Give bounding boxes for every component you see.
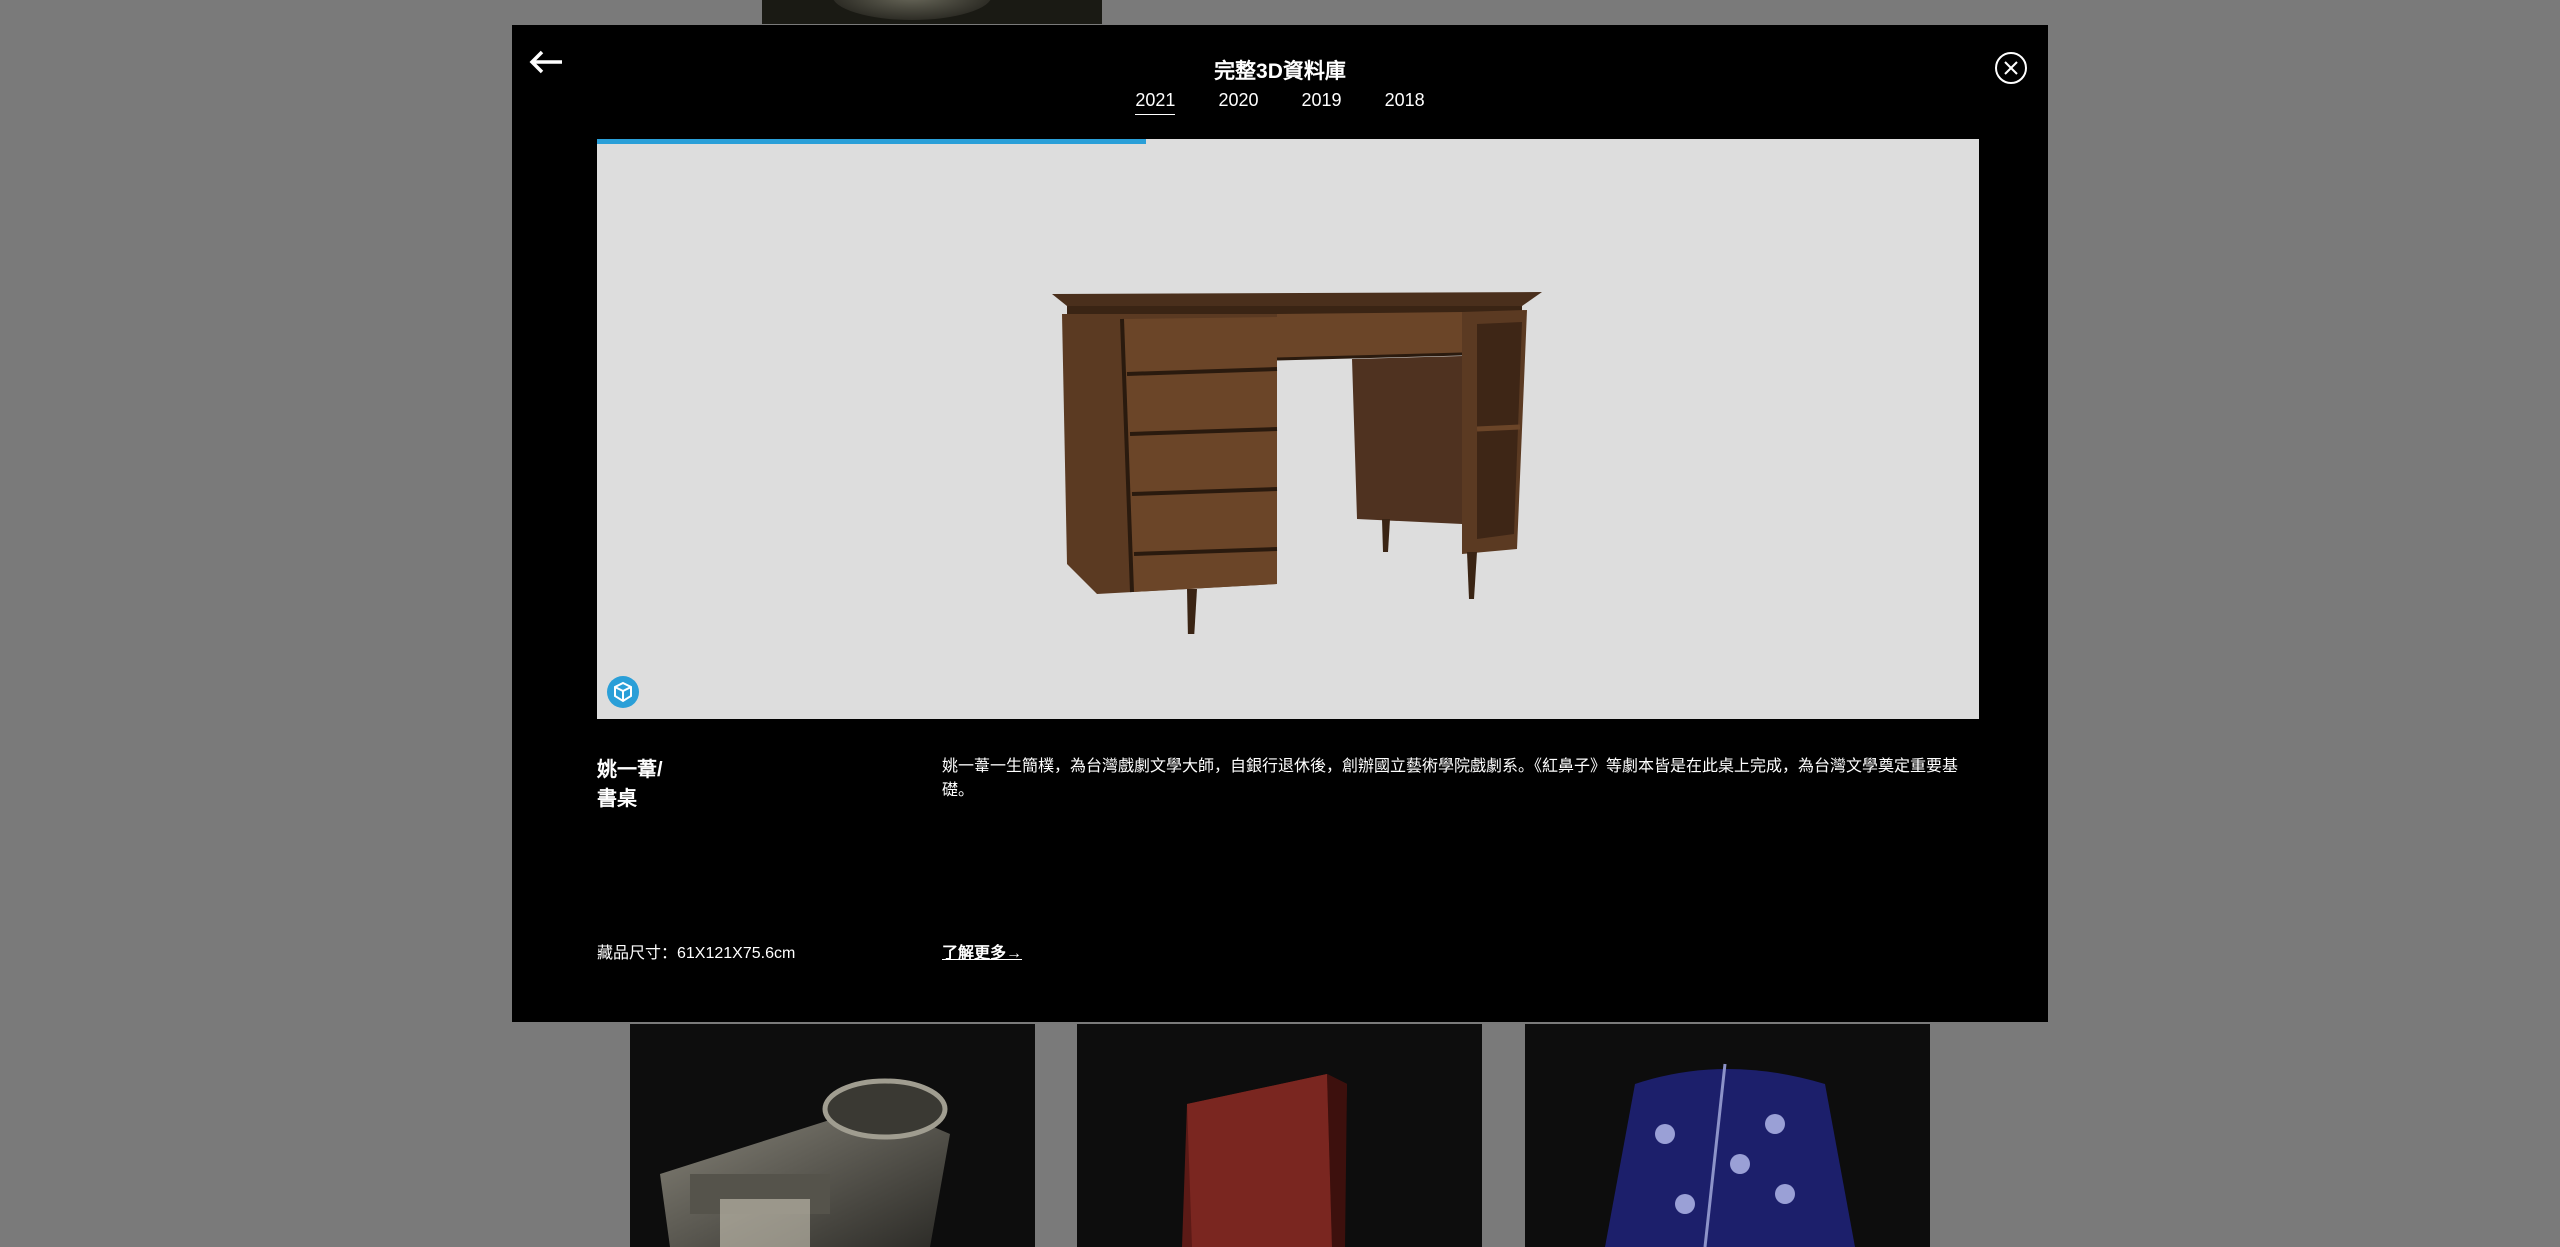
loading-progress-fill bbox=[597, 139, 1146, 144]
item-dimensions: 藏品尺寸：61X121X75.6cm bbox=[597, 945, 796, 962]
loading-progress-bar bbox=[597, 139, 1979, 144]
item-description: 姚一葦一生簡樸，為台灣戲劇文學大師，自銀行退休後，創辦國立藝術學院戲劇系。《紅鼻… bbox=[942, 758, 1959, 799]
gallery-card-garment[interactable] bbox=[1525, 1024, 1930, 1247]
red-block-image bbox=[1182, 1074, 1347, 1247]
learn-more-link[interactable]: 了解更多→ bbox=[942, 939, 1022, 963]
desk-model bbox=[1052, 292, 1542, 634]
gallery-card-top[interactable] bbox=[762, 0, 1102, 24]
year-tabs: 2021 2020 2019 2018 bbox=[512, 90, 2048, 115]
tab-2020[interactable]: 2020 bbox=[1218, 90, 1258, 114]
tab-2021[interactable]: 2021 bbox=[1135, 90, 1176, 115]
3d-model-badge[interactable] bbox=[607, 676, 639, 708]
gallery-card-brick[interactable] bbox=[1077, 1024, 1482, 1247]
tab-2019[interactable]: 2019 bbox=[1302, 90, 1342, 114]
3d-model-icon bbox=[614, 681, 632, 703]
3d-viewer[interactable] bbox=[597, 139, 1979, 719]
item-artist: 姚一葦/ bbox=[597, 759, 663, 781]
blue-garment-image bbox=[1605, 1063, 1855, 1247]
collection-modal: 完整3D資料庫 2021 2020 2019 2018 姚一葦/ 書桌 姚一葦一… bbox=[512, 25, 2048, 1022]
gallery-card-ashtray[interactable] bbox=[630, 1024, 1035, 1247]
modal-title: 完整3D資料庫 bbox=[1214, 60, 1346, 83]
tab-2018[interactable]: 2018 bbox=[1385, 90, 1425, 114]
item-object: 書桌 bbox=[597, 788, 637, 810]
item-name: 姚一葦/ 書桌 bbox=[597, 756, 663, 814]
ashtray-image bbox=[660, 1078, 950, 1247]
